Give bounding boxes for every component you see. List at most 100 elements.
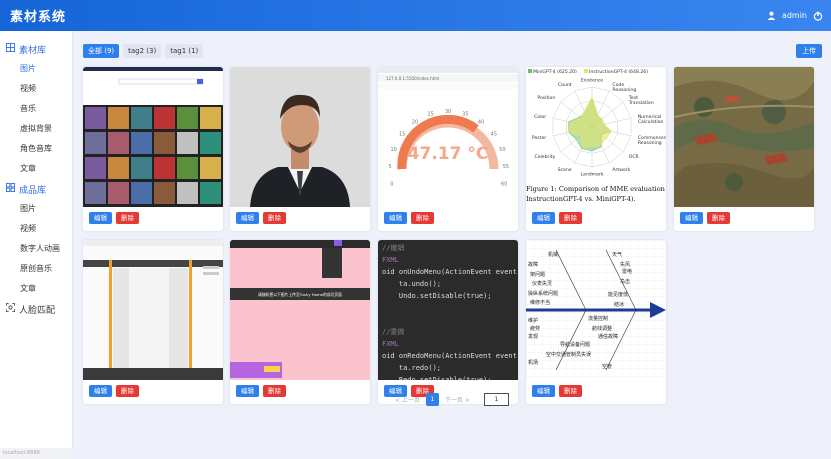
code-line: //重做: [382, 328, 405, 336]
radar-axis-label: OCR: [629, 154, 640, 160]
material-card[interactable]: 请随机把以下图片上传至Tushy Home的成功页面 编辑 删除: [230, 240, 370, 404]
next-page-button[interactable]: 下一页 >: [445, 395, 470, 404]
gauge-tick-label: 55: [503, 164, 509, 170]
edit-button[interactable]: 编辑: [680, 212, 703, 224]
prev-page-button[interactable]: < 上一页: [395, 395, 420, 404]
sidebar-item-virtual-background[interactable]: 虚拟背景: [0, 119, 72, 139]
sidebar-item-product-articles[interactable]: 文章: [0, 279, 72, 299]
figure-caption-2: InstructionGPT-4 vs. MiniGPT-4).: [526, 195, 636, 203]
sidebar-item-original-music[interactable]: 原创音乐: [0, 259, 72, 279]
sidebar-group-face-match[interactable]: 人脸匹配: [0, 299, 72, 319]
edit-button[interactable]: 编辑: [89, 385, 112, 397]
edit-button[interactable]: 编辑: [236, 212, 259, 224]
sidebar-item-voice-library[interactable]: 角色音库: [0, 139, 72, 159]
edit-button[interactable]: 编辑: [384, 212, 407, 224]
card-thumbnail-screenshot[interactable]: [83, 67, 223, 207]
card-thumbnail-fishbone[interactable]: 机械 天气 故障 失风 架问题 雷电 仪表失灵 鸟击 操纵系统问题 能见度低 维修不当 结冰 维护 流量控…: [526, 240, 666, 380]
code-snippet: //撤销 FXML oid onUndoMenu(ActionEvent event…: [378, 240, 518, 380]
fishbone-label: 失风: [620, 261, 630, 268]
card-thumbnail-gauge[interactable]: 127.0.0.1:5500/index.html 0 5 10 15 20 25 30 35…: [378, 67, 518, 207]
gauge-tick-label: 35: [462, 112, 468, 118]
card-thumbnail-code[interactable]: //撤销 FXML oid onUndoMenu(ActionEvent event…: [378, 240, 518, 380]
gauge-tick-label: 45: [491, 131, 497, 137]
code-line: Redo.setDisable(true);: [382, 376, 492, 380]
gauge-tick-label: 15: [399, 131, 405, 137]
card-thumbnail-radar-figure[interactable]: MiniGPT-4 (625.20) InstructionGPT-4 (648…: [526, 67, 666, 207]
page-button-1[interactable]: 1: [425, 393, 439, 406]
material-card[interactable]: 编辑 删除: [83, 240, 223, 404]
material-card[interactable]: 编辑 删除: [83, 67, 223, 231]
logout-icon[interactable]: [813, 11, 823, 21]
code-line: oid onUndoMenu(ActionEvent event) {: [382, 268, 518, 276]
sidebar-item-articles[interactable]: 文章: [0, 159, 72, 179]
material-card[interactable]: MiniGPT-4 (625.20) InstructionGPT-4 (648…: [526, 67, 666, 231]
sidebar-group-materials[interactable]: 素材库: [0, 39, 72, 59]
card-thumbnail-webpage[interactable]: [83, 240, 223, 380]
card-actions: 编辑 删除: [89, 212, 139, 224]
status-footer: localhost:8888: [0, 448, 73, 459]
card-thumbnail-pink-page[interactable]: 请随机把以下图片上传至Tushy Home的成功页面: [230, 240, 370, 380]
delete-button[interactable]: 删除: [559, 212, 582, 224]
sidebar-group-label: 人脸匹配: [19, 305, 56, 316]
code-line: //撤销: [382, 244, 405, 252]
tag-filter-all[interactable]: 全部 (9): [83, 44, 120, 58]
material-card[interactable]: 编辑 删除: [674, 67, 814, 231]
code-line: FXML: [382, 340, 399, 348]
sidebar: 素材库 图片 视频 音乐 虚拟背景 角色音库 文章 成品库 图片 视频 数字人动…: [0, 31, 73, 459]
card-actions: 编辑 删除: [680, 212, 730, 224]
delete-button[interactable]: 删除: [116, 212, 139, 224]
sidebar-group-products[interactable]: 成品库: [0, 179, 72, 199]
material-card[interactable]: 编辑 删除: [230, 67, 370, 231]
delete-button[interactable]: 删除: [263, 212, 286, 224]
fishbone-label: 仪表失灵: [532, 280, 552, 287]
username[interactable]: admin: [782, 11, 807, 20]
tag-filter-bar: 全部 (9) tag2 (3) tag1 (1): [83, 44, 204, 58]
radar-axis-label: Scene: [558, 167, 572, 173]
gauge-tick-label: 30: [445, 109, 451, 115]
fishbone-label: 疲劳: [530, 325, 540, 332]
sidebar-item-videos[interactable]: 视频: [0, 79, 72, 99]
sidebar-item-product-images[interactable]: 图片: [0, 199, 72, 219]
sidebar-item-images[interactable]: 图片: [0, 59, 72, 79]
radar-axis-label: Poster: [532, 135, 546, 141]
edit-button[interactable]: 编辑: [89, 212, 112, 224]
material-card[interactable]: 127.0.0.1:5500/index.html 0 5 10 15 20 25 30 35…: [378, 67, 518, 231]
edit-button[interactable]: 编辑: [236, 385, 259, 397]
user-area: admin: [767, 11, 823, 21]
code-line: Undo.setDisable(true);: [382, 292, 492, 300]
delete-button[interactable]: 删除: [116, 385, 139, 397]
gauge-tick-label: 5: [388, 164, 391, 170]
card-actions: 编辑 删除: [89, 385, 139, 397]
sidebar-item-product-videos[interactable]: 视频: [0, 219, 72, 239]
upload-button[interactable]: 上传: [796, 44, 822, 58]
tag-filter-tag2[interactable]: tag2 (3): [123, 44, 162, 58]
card-thumbnail-portrait[interactable]: [230, 67, 370, 207]
card-actions: 编辑 删除: [384, 212, 434, 224]
card-actions: 编辑 删除: [532, 385, 582, 397]
edit-button[interactable]: 编辑: [532, 212, 555, 224]
fishbone-label: 维修不当: [530, 299, 550, 306]
gauge-tick-label: 25: [427, 112, 433, 118]
fishbone-label: 能见度低: [608, 291, 628, 298]
fishbone-label: 机械: [548, 251, 558, 258]
fishbone-label: 机场: [528, 359, 538, 366]
tag-filter-tag1[interactable]: tag1 (1): [165, 44, 204, 58]
delete-button[interactable]: 删除: [411, 212, 434, 224]
fishbone-label: 空中交通管制员失误: [546, 351, 591, 358]
sidebar-item-music[interactable]: 音乐: [0, 99, 72, 119]
edit-button[interactable]: 编辑: [532, 385, 555, 397]
material-card[interactable]: //撤销 FXML oid onUndoMenu(ActionEvent event…: [378, 240, 518, 404]
page-jump-input[interactable]: 1: [483, 393, 509, 406]
top-bar: 素材系统 admin: [0, 0, 831, 31]
delete-button[interactable]: 删除: [263, 385, 286, 397]
card-actions: 编辑 删除: [532, 212, 582, 224]
main-content: 全部 (9) tag2 (3) tag1 (1) 上传 编辑 删除 编辑 删除 …: [73, 31, 831, 459]
delete-button[interactable]: 删除: [559, 385, 582, 397]
card-thumbnail-painting[interactable]: [674, 67, 814, 207]
sidebar-item-digital-human[interactable]: 数字人动画: [0, 239, 72, 259]
delete-button[interactable]: 删除: [707, 212, 730, 224]
user-icon[interactable]: [767, 11, 776, 20]
fishbone-label: 天气: [612, 251, 622, 258]
material-card[interactable]: 机械 天气 故障 失风 架问题 雷电 仪表失灵 鸟击 操纵系统问题 能见度低 维修不当 结冰 维护 流量控…: [526, 240, 666, 404]
